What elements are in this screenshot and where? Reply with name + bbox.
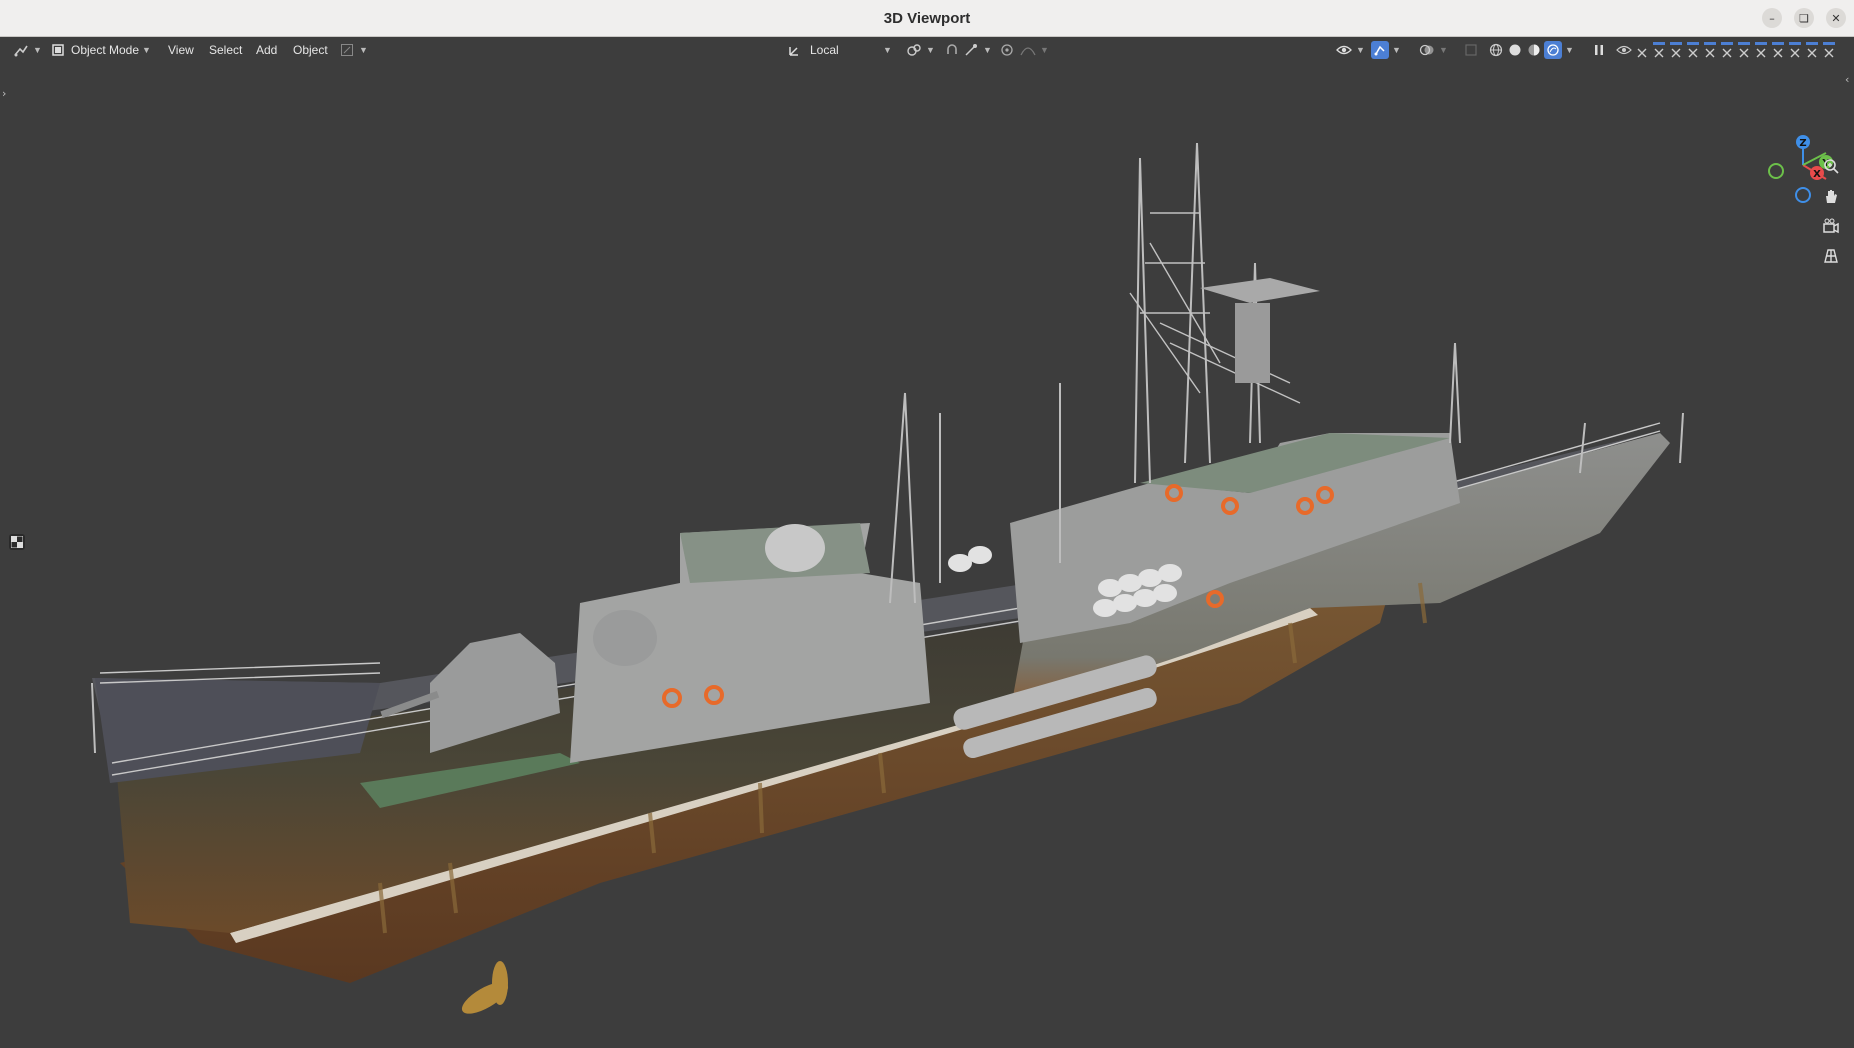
collection-toggle-icon[interactable] (1771, 41, 1786, 59)
xray-icon (1462, 41, 1480, 59)
lattice-tower (1129, 212, 1301, 404)
visibility-dropdown[interactable]: ▼ (1335, 40, 1365, 60)
collection-toggle-icon[interactable] (1686, 41, 1701, 59)
gizmo-neg-z (1795, 187, 1811, 203)
menu-view[interactable]: View (168, 40, 194, 60)
editor-type-button[interactable]: ▼ (12, 40, 42, 60)
collection-toggle-icon[interactable] (1652, 41, 1667, 59)
proportional-edit-icon (998, 41, 1016, 59)
gizmo-toggle[interactable]: ▼ (1371, 40, 1401, 60)
material-shading-button[interactable] (1525, 40, 1543, 60)
collection-toggle-icon[interactable] (1788, 41, 1803, 59)
options-icon (338, 41, 356, 59)
options-dropdown[interactable]: ▼ (338, 40, 368, 60)
proportional-edit-toggle[interactable] (998, 40, 1016, 60)
window-title: 3D Viewport (883, 9, 971, 27)
chevron-down-icon: ▼ (33, 45, 42, 55)
overlays-toggle[interactable]: ▼ (1418, 40, 1448, 60)
camera-view-button[interactable] (1819, 216, 1843, 240)
snap-target-button[interactable]: ▼ (962, 40, 992, 60)
collection-toggle-icon[interactable] (1805, 41, 1820, 59)
proportional-falloff-button[interactable]: ▼ (1019, 40, 1049, 60)
snap-toggle[interactable] (943, 40, 961, 60)
ortho-toggle-button[interactable] (1819, 246, 1843, 270)
ship-model[interactable] (0, 63, 1854, 1048)
radar-dome (765, 524, 825, 572)
zoom-icon (1822, 157, 1840, 179)
collection-toggle-icon[interactable] (1754, 41, 1769, 59)
chevron-down-icon: ▼ (1040, 45, 1049, 55)
chevron-down-icon: ▼ (1565, 45, 1574, 55)
title-bar: 3D Viewport – ❏ ✕ (0, 0, 1854, 37)
snap-target-icon (962, 41, 980, 59)
collection-toggle-icon[interactable] (1720, 41, 1735, 59)
menu-add[interactable]: Add (256, 40, 277, 60)
menu-object[interactable]: Object (293, 40, 328, 60)
collection-toggle-icon[interactable] (1669, 41, 1684, 59)
orientation-label: Local (810, 43, 839, 57)
eye-icon (1615, 41, 1633, 59)
collection-toggles[interactable] (1635, 40, 1841, 60)
pivot-point-button[interactable]: ▼ (905, 40, 935, 60)
collection-toggle-icon[interactable] (1635, 41, 1650, 59)
xray-toggle[interactable] (1462, 40, 1480, 60)
falloff-curve-icon (1019, 41, 1037, 59)
radar-mast-block (1235, 303, 1270, 383)
chevron-down-icon: ▼ (142, 45, 151, 55)
radar-antenna (1200, 278, 1320, 303)
3d-viewport[interactable]: › ‹ Z X Y (0, 63, 1854, 1048)
collection-toggle-icon[interactable] (1703, 41, 1718, 59)
chevron-down-icon: ▼ (1439, 45, 1448, 55)
visibility-icon (1335, 41, 1353, 59)
small-turret (593, 610, 657, 666)
transform-orientation-icon (786, 41, 804, 59)
zoom-button[interactable] (1819, 156, 1843, 180)
overlays-icon (1418, 41, 1436, 59)
viewport-visibility-button[interactable] (1615, 40, 1633, 60)
viewport-header: ▼ Object Mode ▼ View Select Add Object ▼… (0, 37, 1854, 63)
collection-toggle-icon[interactable] (1822, 41, 1837, 59)
propellers (461, 961, 509, 1014)
close-icon: ✕ (1831, 11, 1841, 25)
object-mode-icon (49, 41, 67, 59)
rendered-shading-button[interactable]: ▼ (1544, 40, 1574, 60)
gizmo-z-label: Z (1799, 138, 1806, 149)
editor-type-icon (12, 41, 30, 59)
maximize-button[interactable]: ❏ (1794, 8, 1814, 28)
mode-select[interactable]: Object Mode ▼ (49, 40, 151, 60)
camera-icon (1822, 217, 1840, 239)
chevron-down-icon: ▼ (926, 45, 935, 55)
rendered-shading-icon (1544, 41, 1562, 59)
close-button[interactable]: ✕ (1826, 8, 1846, 28)
chevron-down-icon: ▼ (359, 45, 368, 55)
minimize-button[interactable]: – (1762, 8, 1782, 28)
transform-orientation-select[interactable]: Local ▼ (786, 40, 892, 60)
minimize-icon: – (1769, 11, 1775, 25)
pivot-point-icon (905, 41, 923, 59)
wireframe-shading-icon (1487, 41, 1505, 59)
chevron-down-icon: ▼ (883, 45, 892, 55)
solid-shading-button[interactable] (1506, 40, 1524, 60)
maximize-icon: ❏ (1799, 11, 1809, 25)
pause-icon (1590, 41, 1608, 59)
collection-toggle-icon[interactable] (1737, 41, 1752, 59)
pan-hand-icon (1822, 187, 1840, 209)
chevron-down-icon: ▼ (1356, 45, 1365, 55)
grid-view-icon (1822, 247, 1840, 269)
mode-label: Object Mode (71, 43, 140, 57)
menu-select[interactable]: Select (209, 40, 242, 60)
snap-icon (943, 41, 961, 59)
pan-button[interactable] (1819, 186, 1843, 210)
gizmo-neg-y (1768, 163, 1784, 179)
chevron-down-icon: ▼ (1392, 45, 1401, 55)
pause-render-button[interactable] (1590, 40, 1608, 60)
solid-shading-icon (1506, 41, 1524, 59)
wireframe-shading-button[interactable] (1487, 40, 1505, 60)
gizmo-icon (1371, 41, 1389, 59)
material-shading-icon (1525, 41, 1543, 59)
chevron-down-icon: ▼ (983, 45, 992, 55)
